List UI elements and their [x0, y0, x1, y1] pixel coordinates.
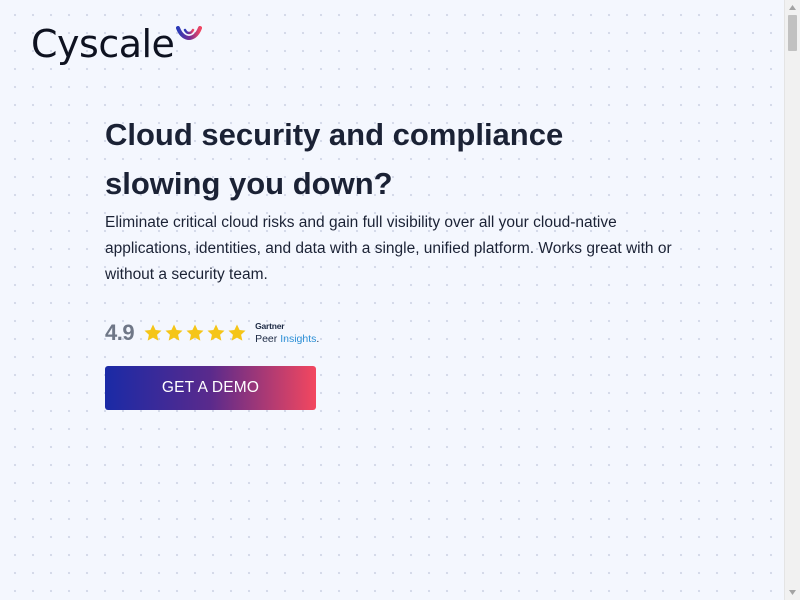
gartner-product-suffix: . — [316, 332, 320, 345]
hero-title: Cloud security and compliance slowing yo… — [105, 117, 564, 201]
gartner-rating: 4.9 Gartner Peer Insights. — [105, 318, 319, 348]
vertical-scrollbar[interactable] — [784, 0, 800, 600]
rating-score: 4.9 — [105, 320, 135, 345]
scroll-down-arrow-icon[interactable] — [785, 585, 800, 600]
scrollbar-thumb[interactable] — [788, 15, 797, 51]
rating-stars — [143, 323, 247, 343]
hero-description: Eliminate critical cloud risks and gain … — [105, 214, 672, 283]
scroll-up-arrow-icon[interactable] — [785, 0, 800, 15]
star-icon — [228, 324, 246, 341]
gartner-brand: Gartner — [255, 321, 285, 331]
gartner-product-part2: Insights — [280, 332, 317, 345]
get-a-demo-button[interactable]: GET A DEMO — [105, 366, 316, 410]
star-icon — [165, 324, 183, 341]
logo-text: Cyscale — [31, 22, 175, 66]
star-icon — [186, 324, 204, 341]
gartner-product-part1: Peer — [255, 332, 278, 345]
star-icon — [144, 324, 162, 341]
gartner-peer-insights-link[interactable]: Gartner Peer Insights. — [255, 322, 319, 344]
gartner-product: Peer Insights. — [255, 332, 320, 345]
cyscale-logo[interactable]: Cyscale — [31, 20, 203, 68]
hero-section: Cloud security and compliance slowing yo… — [105, 110, 685, 288]
cyscale-wing-mark-icon — [176, 26, 203, 41]
landing-page: Cyscale Cloud security and compliance sl… — [0, 0, 784, 600]
star-icon — [207, 324, 225, 341]
